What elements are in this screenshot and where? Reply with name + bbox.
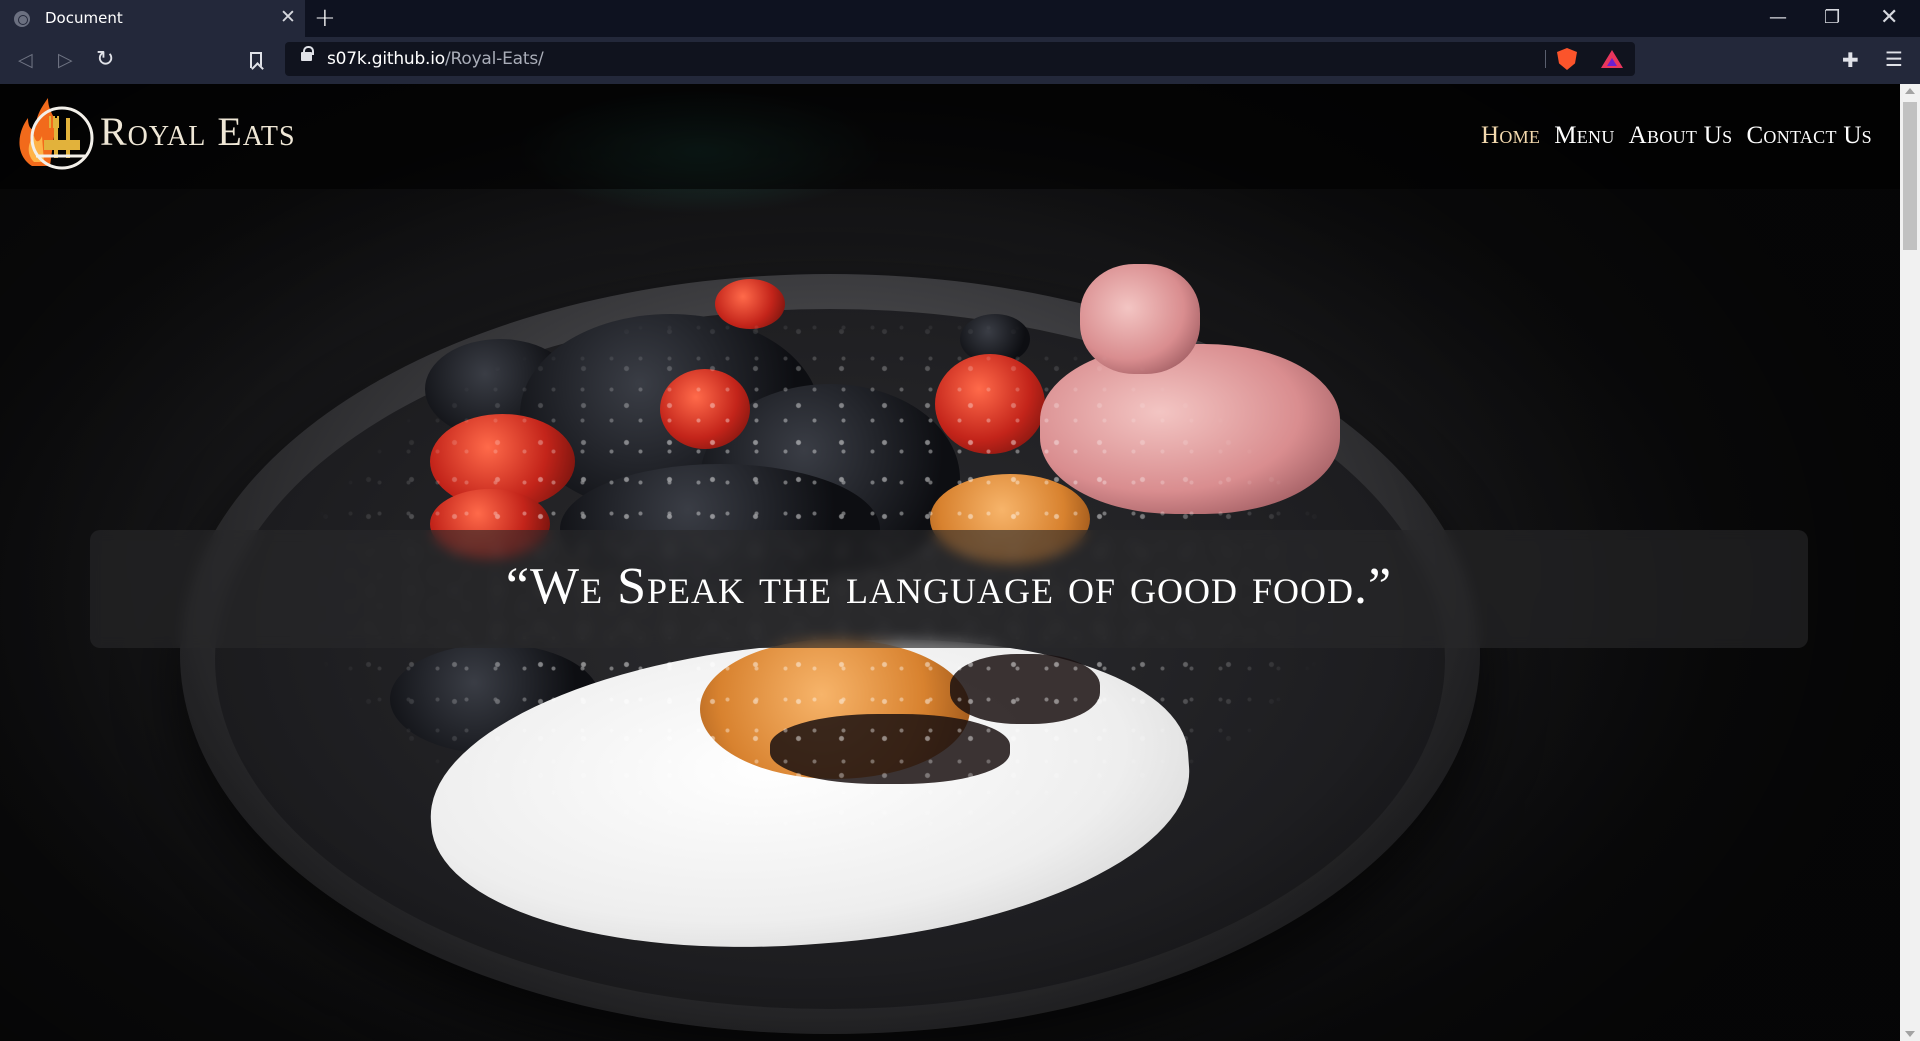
url-path: /Royal-Eats/	[445, 49, 544, 69]
tab-title: Document	[45, 9, 123, 27]
forward-icon[interactable]: ▷	[58, 48, 73, 72]
url-text[interactable]: s07k.github.io/Royal-Eats/	[327, 49, 544, 69]
url-divider	[1545, 50, 1546, 68]
main-nav: Home Menu About Us Contact Us	[1481, 122, 1872, 150]
nav-link-home[interactable]: Home	[1481, 122, 1540, 150]
globe-icon	[14, 11, 30, 27]
nav-link-about-us[interactable]: About Us	[1629, 122, 1733, 150]
minimize-button[interactable]: —	[1769, 6, 1787, 30]
browser-tabbar: Document ✕ + — ❐ ✕	[0, 0, 1920, 37]
reload-icon[interactable]: ↻	[96, 48, 114, 72]
new-tab-button[interactable]: +	[314, 4, 336, 32]
maximize-button[interactable]: ❐	[1824, 6, 1840, 30]
browser-toolbar: ◁ ▷ ↻ s07k.github.io/Royal-Eats/ ✚ ☰	[0, 37, 1920, 84]
lock-icon[interactable]	[301, 46, 314, 61]
hero-quote: “We Speak the language of good food.”	[505, 558, 1393, 615]
scroll-thumb[interactable]	[1903, 102, 1917, 250]
browser-tab[interactable]: Document ✕	[0, 0, 305, 37]
brave-shield-icon[interactable]	[1557, 48, 1577, 70]
address-bar[interactable]: s07k.github.io/Royal-Eats/	[285, 42, 1635, 76]
nav-link-menu[interactable]: Menu	[1554, 122, 1614, 150]
url-host: s07k.github.io	[327, 49, 445, 69]
page-viewport: Royal Eats Home Menu About Us Contact Us…	[0, 84, 1900, 1041]
page-scrollbar[interactable]	[1900, 84, 1920, 1041]
logo-icon[interactable]	[14, 96, 94, 176]
brand-name[interactable]: Royal Eats	[100, 108, 296, 155]
back-icon[interactable]: ◁	[18, 48, 33, 72]
brave-rewards-icon[interactable]	[1601, 50, 1623, 68]
close-window-button[interactable]: ✕	[1880, 6, 1898, 30]
nav-link-contact-us[interactable]: Contact Us	[1746, 122, 1872, 150]
tab-close-icon[interactable]: ✕	[280, 7, 296, 27]
scroll-down-arrow-icon[interactable]	[1905, 1031, 1915, 1037]
quote-banner: “We Speak the language of good food.”	[90, 530, 1808, 648]
scroll-up-arrow-icon[interactable]	[1905, 88, 1915, 94]
site-header: Royal Eats Home Menu About Us Contact Us	[0, 84, 1900, 189]
extensions-icon[interactable]: ✚	[1842, 49, 1859, 71]
menu-icon[interactable]: ☰	[1885, 47, 1903, 71]
bookmark-icon[interactable]	[250, 52, 262, 68]
